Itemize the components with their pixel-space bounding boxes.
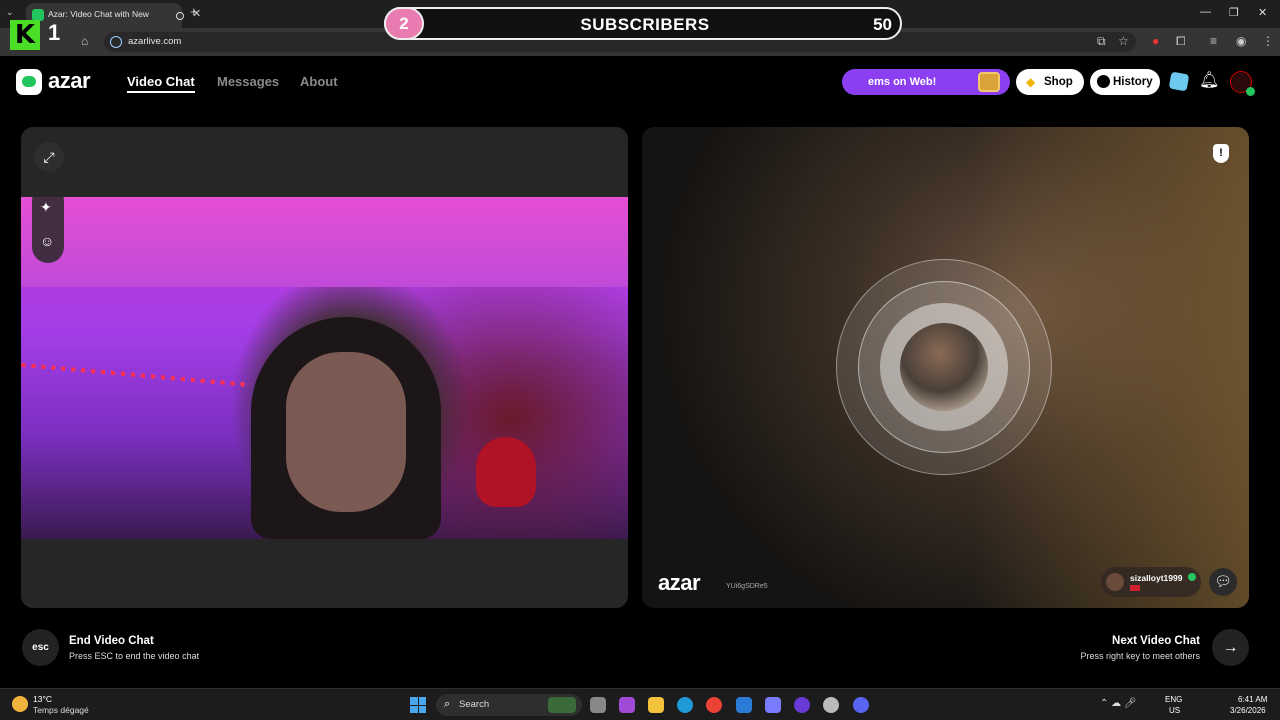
search-placeholder: Search bbox=[459, 699, 490, 710]
language-code[interactable]: ENG bbox=[1165, 695, 1182, 704]
subscriber-goal-count: 50 bbox=[873, 15, 892, 34]
profile-icon[interactable]: ◉ bbox=[1236, 34, 1246, 48]
system-tray-icons[interactable]: ⌃ ☁ 🎤︎ bbox=[1100, 698, 1137, 709]
clock-date[interactable]: 3/26/2026 bbox=[1230, 706, 1266, 715]
magic-wand-icon[interactable]: ✦ bbox=[40, 199, 52, 216]
expand-icon[interactable]: ⤢ bbox=[34, 142, 64, 172]
azar-watermark: azar bbox=[658, 570, 701, 595]
notification-bell-icon[interactable]: 🔔︎ bbox=[1199, 70, 1219, 90]
promo-text: ems on Web! bbox=[868, 76, 937, 88]
user-avatar[interactable] bbox=[1230, 71, 1255, 96]
recording-icon bbox=[176, 12, 184, 20]
person-face bbox=[286, 352, 406, 512]
subscriber-goal-bar: 2 SUBSCRIBERS 50 bbox=[384, 7, 902, 40]
media-control-icon[interactable]: ≡ bbox=[1210, 34, 1217, 48]
peer-username: sizalloyt1999 bbox=[1130, 573, 1183, 583]
discord-icon[interactable] bbox=[853, 697, 869, 713]
taskbar-search[interactable]: ⌕ Search bbox=[436, 694, 582, 716]
history-button[interactable]: History bbox=[1090, 69, 1160, 95]
shop-button[interactable]: ◆ Shop bbox=[1016, 69, 1084, 95]
windows-start-icon[interactable] bbox=[410, 697, 426, 713]
windows-taskbar: 13°C Temps dégagé ⌕ Search ⌃ ☁ 🎤︎ ENG US… bbox=[0, 688, 1280, 720]
peer-info-chip[interactable]: sizalloyt1999 bbox=[1101, 567, 1201, 597]
next-chat-arrow-icon[interactable]: → bbox=[1212, 629, 1249, 666]
m365-icon[interactable] bbox=[619, 697, 635, 713]
url-text: azarlive.com bbox=[128, 36, 182, 47]
end-chat-hint: Press ESC to end the video chat bbox=[69, 651, 200, 661]
new-tab-button[interactable]: + bbox=[190, 4, 198, 19]
keyboard-region[interactable]: US bbox=[1169, 706, 1180, 715]
history-label: History bbox=[1113, 76, 1153, 88]
task-view-icon[interactable] bbox=[590, 697, 606, 713]
edge-icon[interactable] bbox=[677, 697, 693, 713]
shop-label: Shop bbox=[1044, 76, 1073, 88]
ceiling-area bbox=[21, 197, 628, 287]
promo-banner[interactable]: ems on Web! bbox=[842, 69, 1010, 95]
face-filter-icon[interactable]: ☺ bbox=[40, 233, 54, 249]
next-chat-hint: Press right key to meet others bbox=[1080, 651, 1200, 661]
app-circle-icon[interactable] bbox=[794, 697, 810, 713]
azar-logo-icon[interactable] bbox=[16, 69, 42, 95]
verified-icon bbox=[1188, 573, 1196, 581]
end-chat-title: End Video Chat bbox=[69, 635, 154, 647]
maximize-icon[interactable]: ❐ bbox=[1229, 6, 1239, 19]
subscriber-label: SUBSCRIBERS bbox=[580, 15, 710, 34]
outlook-icon[interactable] bbox=[736, 697, 752, 713]
peer-avatar bbox=[1106, 573, 1124, 591]
weather-temperature[interactable]: 13°C bbox=[33, 694, 52, 704]
home-icon[interactable]: ⌂ bbox=[81, 34, 88, 48]
nav-messages[interactable]: Messages bbox=[217, 74, 279, 89]
store-icon[interactable] bbox=[765, 697, 781, 713]
chrome-icon[interactable] bbox=[706, 697, 722, 713]
extensions-puzzle-icon[interactable]: ⧠ bbox=[1176, 34, 1186, 49]
app-gear-icon[interactable] bbox=[823, 697, 839, 713]
file-explorer-icon[interactable] bbox=[648, 697, 664, 713]
self-video-panel: ⤢ ✦ ☺ bbox=[21, 127, 628, 608]
gems-icon[interactable] bbox=[1168, 71, 1190, 92]
clock-icon bbox=[1097, 75, 1110, 88]
extension-icon[interactable]: ● bbox=[1152, 34, 1159, 48]
site-info-icon[interactable] bbox=[110, 36, 122, 48]
bookmark-star-icon[interactable]: ☆ bbox=[1118, 34, 1129, 48]
gem-icon: ◆ bbox=[1026, 75, 1036, 89]
browser-menu-icon[interactable]: ⋮ bbox=[1262, 34, 1274, 48]
tab-title: Azar: Video Chat with New bbox=[48, 9, 149, 19]
self-camera-feed bbox=[21, 197, 628, 539]
window-close-icon[interactable]: ✕ bbox=[1258, 6, 1267, 19]
online-status-dot bbox=[1246, 87, 1255, 96]
camera-tools: ✦ ☺ bbox=[32, 185, 64, 263]
tab-search-icon[interactable]: ⌄ bbox=[6, 7, 14, 18]
chat-bubble-icon[interactable]: 💬︎ bbox=[1209, 568, 1237, 596]
search-icon: ⌕ bbox=[444, 698, 451, 710]
session-id: YUi6gSDRe5 bbox=[726, 583, 768, 590]
peer-video-panel: ! azar YUi6gSDRe5 sizalloyt1999 💬︎ bbox=[642, 127, 1249, 608]
peer-profile-photo bbox=[900, 323, 988, 411]
minimize-icon[interactable]: — bbox=[1200, 6, 1211, 18]
spiderman-mask bbox=[476, 437, 536, 507]
channel-logo-number: 1 bbox=[48, 20, 61, 45]
report-shield-icon[interactable]: ! bbox=[1213, 144, 1229, 163]
end-chat-button[interactable]: esc bbox=[22, 629, 59, 666]
azar-logo-text[interactable]: azar bbox=[48, 68, 91, 94]
channel-logo: K bbox=[10, 20, 40, 50]
clock-time[interactable]: 6:41 AM bbox=[1238, 695, 1267, 704]
nav-about[interactable]: About bbox=[300, 74, 338, 89]
weather-description[interactable]: Temps dégagé bbox=[33, 705, 89, 715]
search-highlight-image bbox=[548, 697, 576, 713]
nav-video-chat[interactable]: Video Chat bbox=[127, 74, 195, 93]
site-header: azar Video Chat Messages About ems on We… bbox=[0, 56, 1280, 108]
weather-moon-icon[interactable] bbox=[12, 696, 28, 712]
next-chat-title: Next Video Chat bbox=[1112, 635, 1200, 647]
led-strip bbox=[21, 362, 251, 388]
treasure-chest-icon bbox=[978, 72, 1000, 92]
country-flag-icon bbox=[1130, 585, 1140, 591]
install-app-icon[interactable]: ⧉ bbox=[1097, 34, 1106, 49]
